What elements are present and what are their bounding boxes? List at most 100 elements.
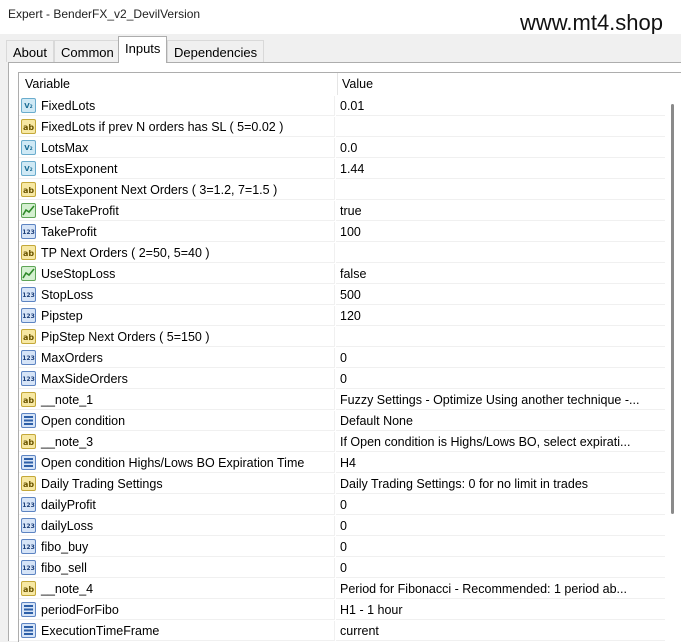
table-row[interactable]: 123 Pipstep 120 <box>19 306 665 327</box>
inputs-table: Variable Value V₂ FixedLots 0.01 ab FixedLot… <box>18 72 681 642</box>
int-type-icon: 123 <box>21 224 36 239</box>
vertical-scrollbar[interactable] <box>665 96 681 642</box>
table-row[interactable]: UseStopLoss false <box>19 264 665 285</box>
variable-cell: 123 fibo_sell <box>19 558 335 578</box>
double-type-icon: V₂ <box>21 98 36 113</box>
variable-cell: 123 fibo_buy <box>19 537 335 557</box>
value-cell[interactable]: 0.01 <box>336 96 665 116</box>
table-row[interactable]: ab FixedLots if prev N orders has SL ( 5=… <box>19 117 665 138</box>
value-cell[interactable]: 0 <box>336 348 665 368</box>
variable-name: MaxSideOrders <box>41 372 128 386</box>
table-row[interactable]: 123 StopLoss 500 <box>19 285 665 306</box>
string-type-icon: ab <box>21 182 36 197</box>
value-cell[interactable]: 0 <box>336 369 665 389</box>
variable-name: UseStopLoss <box>41 267 116 281</box>
variable-name: periodForFibo <box>41 603 119 617</box>
value-cell[interactable]: 0 <box>336 537 665 557</box>
double-type-icon: V₂ <box>21 140 36 155</box>
variable-cell: periodForFibo <box>19 600 335 620</box>
value-cell[interactable] <box>336 117 665 137</box>
table-row[interactable]: Open condition Highs/Lows BO Expiration … <box>19 453 665 474</box>
variable-cell: ab __note_3 <box>19 432 335 452</box>
column-header-value[interactable]: Value <box>342 77 373 91</box>
table-row[interactable]: ab __note_1 Fuzzy Settings - Optimize Usin… <box>19 390 665 411</box>
string-type-icon: ab <box>21 245 36 260</box>
table-row[interactable]: V₂ LotsExponent 1.44 <box>19 159 665 180</box>
tab-inputs[interactable]: Inputs <box>118 36 168 63</box>
tab-about[interactable]: About <box>6 40 54 62</box>
variable-cell: Open condition <box>19 411 335 431</box>
variable-name: __note_4 <box>41 582 94 596</box>
variable-name: __note_3 <box>41 435 94 449</box>
window-title: Expert - BenderFX_v2_DevilVersion <box>8 7 201 21</box>
value-cell[interactable]: Period for Fibonacci - Recommended: 1 pe… <box>336 579 665 599</box>
value-cell[interactable]: Fuzzy Settings - Optimize Using another … <box>336 390 665 410</box>
variable-cell: 123 StopLoss <box>19 285 335 305</box>
table-row[interactable]: 123 TakeProfit 100 <box>19 222 665 243</box>
enum-type-icon <box>21 455 36 470</box>
table-row[interactable]: ab LotsExponent Next Orders ( 3=1.2, 7=1.… <box>19 180 665 201</box>
variable-cell: V₂ LotsMax <box>19 138 335 158</box>
table-row[interactable]: ab __note_3 If Open condition is Highs/Low… <box>19 432 665 453</box>
variable-cell: Open condition Highs/Lows BO Expiration … <box>19 453 335 473</box>
value-cell[interactable]: 0 <box>336 495 665 515</box>
table-row[interactable]: ExecutionTimeFrame current <box>19 621 665 642</box>
value-cell[interactable] <box>336 180 665 200</box>
value-cell[interactable]: H1 - 1 hour <box>336 600 665 620</box>
tab-dependencies[interactable]: Dependencies <box>167 40 265 62</box>
table-row[interactable]: 123 fibo_buy 0 <box>19 537 665 558</box>
value-cell[interactable]: 500 <box>336 285 665 305</box>
table-row[interactable]: 123 MaxOrders 0 <box>19 348 665 369</box>
variable-cell: ab Daily Trading Settings <box>19 474 335 494</box>
value-cell[interactable] <box>336 327 665 347</box>
table-row[interactable]: V₂ FixedLots 0.01 <box>19 96 665 117</box>
variable-cell: V₂ LotsExponent <box>19 159 335 179</box>
table-row[interactable]: 123 fibo_sell 0 <box>19 558 665 579</box>
title-bar: Expert - BenderFX_v2_DevilVersion www.mt… <box>0 0 681 35</box>
tab-bar: About Common Inputs Dependencies <box>0 34 681 63</box>
int-type-icon: 123 <box>21 539 36 554</box>
value-cell[interactable]: 120 <box>336 306 665 326</box>
value-cell[interactable]: current <box>336 621 665 641</box>
table-row[interactable]: ab Daily Trading Settings Daily Trading Se… <box>19 474 665 495</box>
int-type-icon: 123 <box>21 308 36 323</box>
value-cell[interactable] <box>336 243 665 263</box>
variable-cell: ExecutionTimeFrame <box>19 621 335 641</box>
value-cell[interactable]: 0 <box>336 516 665 536</box>
table-row[interactable]: 123 dailyProfit 0 <box>19 495 665 516</box>
value-cell[interactable]: 100 <box>336 222 665 242</box>
int-type-icon: 123 <box>21 371 36 386</box>
table-rows: V₂ FixedLots 0.01 ab FixedLots if prev N ord… <box>19 96 665 642</box>
table-row[interactable]: ab TP Next Orders ( 2=50, 5=40 ) <box>19 243 665 264</box>
variable-name: FixedLots <box>41 99 96 113</box>
variable-cell: ab LotsExponent Next Orders ( 3=1.2, 7=1.… <box>19 180 335 200</box>
variable-cell: 123 dailyProfit <box>19 495 335 515</box>
column-header-variable[interactable]: Variable <box>25 77 70 91</box>
column-divider[interactable] <box>337 73 338 95</box>
table-row[interactable]: 123 dailyLoss 0 <box>19 516 665 537</box>
table-row[interactable]: UseTakeProfit true <box>19 201 665 222</box>
table-row[interactable]: V₂ LotsMax 0.0 <box>19 138 665 159</box>
table-row[interactable]: Open condition Default None <box>19 411 665 432</box>
table-row[interactable]: periodForFibo H1 - 1 hour <box>19 600 665 621</box>
table-row[interactable]: ab __note_4 Period for Fibonacci - Recomme… <box>19 579 665 600</box>
value-cell[interactable]: H4 <box>336 453 665 473</box>
variable-name: TP Next Orders ( 2=50, 5=40 ) <box>41 246 210 260</box>
value-cell[interactable]: Default None <box>336 411 665 431</box>
value-cell[interactable]: true <box>336 201 665 221</box>
table-row[interactable]: 123 MaxSideOrders 0 <box>19 369 665 390</box>
value-cell[interactable]: 0.0 <box>336 138 665 158</box>
value-cell[interactable]: 1.44 <box>336 159 665 179</box>
scrollbar-thumb[interactable] <box>671 104 674 514</box>
variable-name: TakeProfit <box>41 225 97 239</box>
tab-common[interactable]: Common <box>54 40 121 62</box>
value-cell[interactable]: If Open condition is Highs/Lows BO, sele… <box>336 432 665 452</box>
table-row[interactable]: ab PipStep Next Orders ( 5=150 ) <box>19 327 665 348</box>
value-cell[interactable]: Daily Trading Settings: 0 for no limit i… <box>336 474 665 494</box>
value-cell[interactable]: false <box>336 264 665 284</box>
watermark-text: www.mt4.shop <box>519 10 663 35</box>
value-cell[interactable]: 0 <box>336 558 665 578</box>
variable-name: Daily Trading Settings <box>41 477 163 491</box>
int-type-icon: 123 <box>21 287 36 302</box>
variable-name: PipStep Next Orders ( 5=150 ) <box>41 330 210 344</box>
